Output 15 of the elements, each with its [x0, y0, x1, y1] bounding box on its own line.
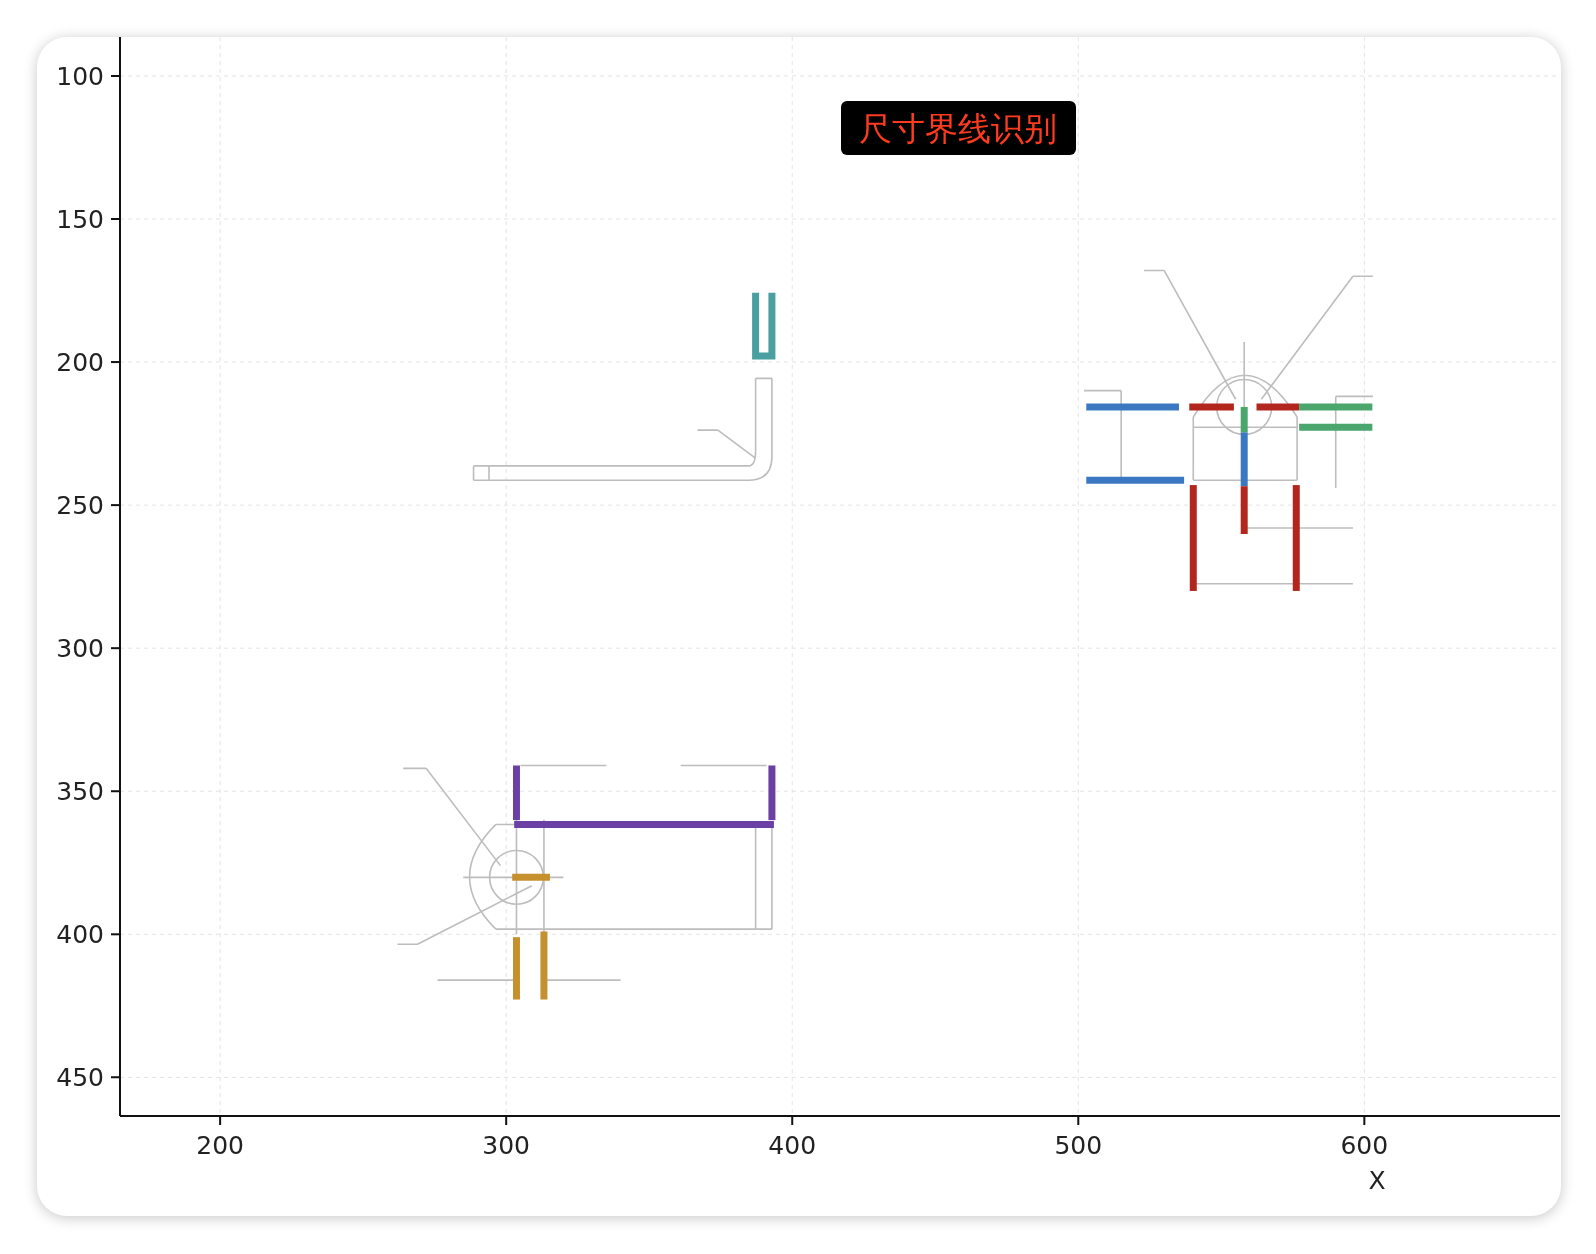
- tick-label: 150: [56, 205, 104, 234]
- tick-label: 450: [56, 1063, 104, 1093]
- tick-label: 350: [56, 777, 104, 807]
- tick-label: 400: [768, 1131, 817, 1160]
- chart-title: 尺寸界线识别: [841, 101, 1076, 155]
- tick-label: 500: [1054, 1131, 1103, 1160]
- tick-label: 200: [196, 1131, 244, 1160]
- tick-label: 100: [56, 61, 104, 91]
- tick-label: 250: [56, 491, 104, 521]
- tick-label: 300: [482, 1131, 531, 1160]
- axis-label: X: [1368, 1166, 1386, 1195]
- tick-label: 600: [1340, 1131, 1389, 1160]
- tick-label: 300: [56, 634, 104, 664]
- tick-label: 200: [56, 348, 104, 378]
- tick-label: 400: [56, 920, 104, 950]
